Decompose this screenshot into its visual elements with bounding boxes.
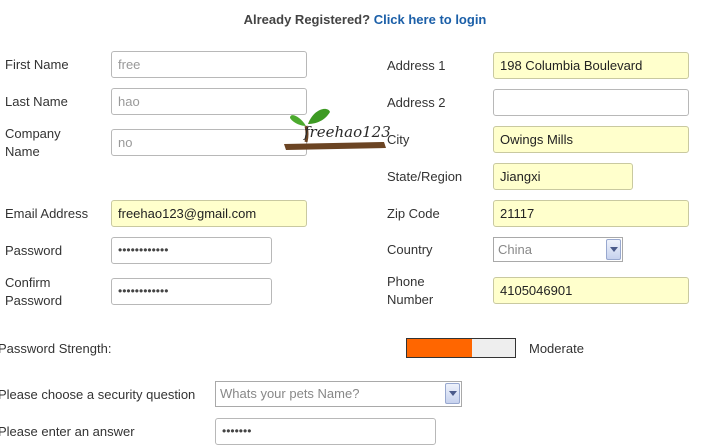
password-label: Password — [5, 243, 63, 258]
address2-input[interactable] — [493, 89, 689, 116]
phone-input[interactable]: 4105046901 — [493, 277, 689, 304]
security-question-select[interactable]: Whats your pets Name? — [215, 381, 462, 407]
password-strength-label: Password Strength: — [0, 341, 112, 356]
password-strength-fill — [407, 339, 472, 357]
login-link[interactable]: Click here to login — [374, 12, 487, 27]
email-label: Email Address — [5, 206, 89, 221]
last-name-label: Last Name — [5, 94, 68, 109]
security-question-value: Whats your pets Name? — [220, 386, 360, 401]
email-input[interactable]: freehao123@gmail.com — [111, 200, 307, 227]
chevron-down-icon[interactable] — [445, 383, 460, 404]
confirm-password-input[interactable]: •••••••••••• — [111, 278, 272, 305]
security-question-label: Please choose a security question — [0, 387, 196, 402]
first-name-label: First Name — [5, 57, 69, 72]
phone-label: Phone Number — [387, 274, 434, 307]
login-prompt: Already Registered? Click here to login — [0, 12, 702, 27]
chevron-down-icon[interactable] — [606, 239, 621, 260]
security-answer-input[interactable]: ••••••• — [215, 418, 436, 445]
state-label: State/Region — [387, 169, 463, 184]
address1-label: Address 1 — [387, 58, 446, 73]
already-registered-text: Already Registered? — [243, 12, 371, 27]
city-input[interactable]: Owings Mills — [493, 126, 689, 153]
password-input[interactable]: •••••••••••• — [111, 237, 272, 264]
zip-input[interactable]: 21117 — [493, 200, 689, 227]
country-selected-value: China — [498, 242, 532, 257]
confirm-password-label: Confirm Password — [5, 275, 63, 308]
country-label: Country — [387, 242, 433, 257]
freehao123-logo: freehao123 — [284, 104, 414, 154]
company-name-input[interactable]: no — [111, 129, 307, 156]
state-input[interactable]: Jiangxi — [493, 163, 633, 190]
first-name-input[interactable]: free — [111, 51, 307, 78]
password-strength-value: Moderate — [529, 341, 584, 356]
security-answer-label: Please enter an answer — [0, 424, 135, 439]
password-strength-meter — [406, 338, 516, 358]
zip-label: Zip Code — [387, 206, 440, 221]
country-select[interactable]: China — [493, 237, 623, 262]
last-name-input[interactable]: hao — [111, 88, 307, 115]
address1-input[interactable]: 198 Columbia Boulevard — [493, 52, 689, 79]
freehao123-logo-text: freehao123 — [304, 123, 391, 141]
company-name-label: Company Name — [5, 126, 61, 159]
